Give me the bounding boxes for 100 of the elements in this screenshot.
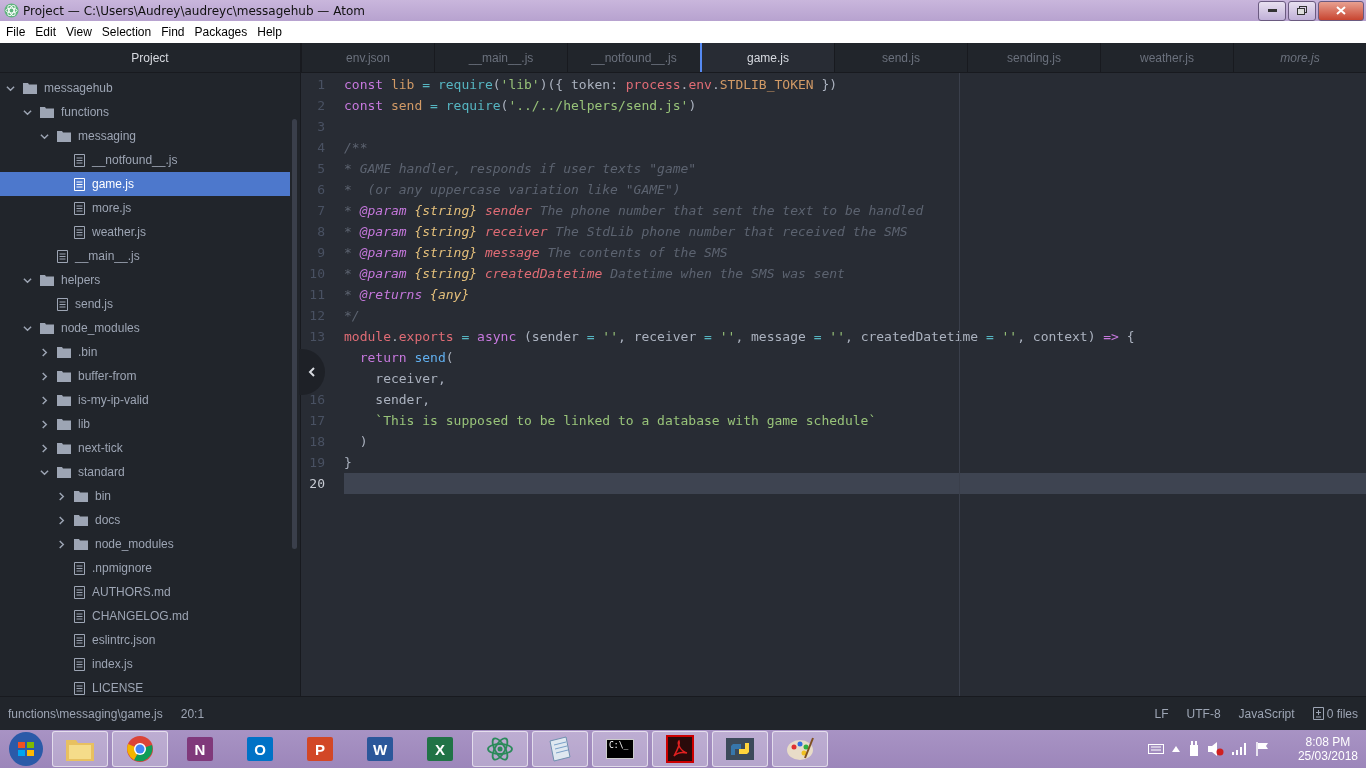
signal-icon[interactable] (1231, 743, 1248, 755)
caret-icon[interactable] (40, 395, 49, 405)
caret-icon[interactable] (40, 467, 49, 477)
chevron-left-icon (308, 367, 316, 377)
app-icon: X (427, 737, 453, 761)
taskbar-app[interactable] (652, 731, 708, 767)
taskbar-app[interactable]: W (352, 731, 408, 767)
close-button[interactable] (1318, 0, 1364, 21)
caret-icon[interactable] (40, 347, 49, 357)
status-text[interactable]: 20:1 (180, 706, 205, 721)
git-status[interactable]: 0 files (1312, 706, 1358, 721)
folder-icon (74, 538, 88, 550)
scrollbar-thumb[interactable] (292, 119, 297, 549)
tree-item[interactable]: CHANGELOG.md (0, 604, 290, 628)
caret-icon[interactable] (57, 491, 66, 501)
taskbar-app[interactable]: N (172, 731, 228, 767)
menu-item[interactable]: Edit (31, 25, 61, 39)
tree-item[interactable]: helpers (0, 268, 290, 292)
status-text[interactable]: UTF-8 (1186, 706, 1221, 721)
tree-item[interactable]: game.js (0, 172, 290, 196)
document-icon (74, 681, 85, 695)
tree-item[interactable]: functions (0, 100, 290, 124)
window-title: Project — C:\Users\Audrey\audreyc\messagehub — Atom (23, 3, 366, 18)
document-icon (74, 585, 85, 599)
tree-item[interactable]: send.js (0, 292, 290, 316)
tree-item[interactable]: bin (0, 484, 290, 508)
folder-icon (57, 346, 71, 358)
caret-icon[interactable] (23, 107, 32, 117)
menu-item[interactable]: Find (157, 25, 189, 39)
caret-icon[interactable] (40, 443, 49, 453)
taskbar-app[interactable]: X (412, 731, 468, 767)
browser-icon (126, 735, 154, 763)
caret-icon[interactable] (23, 323, 32, 333)
terminal-icon: C:\_ (606, 739, 634, 759)
tree-item[interactable]: index.js (0, 652, 290, 676)
code-text: * GAME handler, responds if user texts "game" (344, 160, 697, 178)
status-text[interactable]: JavaScript (1238, 706, 1295, 721)
maximize-button[interactable] (1288, 0, 1316, 21)
tree-item[interactable]: standard (0, 460, 290, 484)
tree-item[interactable]: AUTHORS.md (0, 580, 290, 604)
menu-item[interactable]: View (62, 25, 96, 39)
speaker-muted-icon[interactable] (1207, 742, 1224, 756)
editor-tab[interactable]: game.js (700, 43, 834, 72)
menu-item[interactable]: Selection (97, 25, 156, 39)
caret-icon[interactable] (40, 419, 49, 429)
folder-icon (57, 418, 71, 430)
caret-icon[interactable] (6, 83, 15, 93)
up-arrow-icon[interactable] (1171, 746, 1180, 752)
document-icon (74, 201, 85, 215)
caret-icon[interactable] (57, 539, 66, 549)
menu-item[interactable]: File (2, 25, 30, 39)
tree-item[interactable]: node_modules (0, 316, 290, 340)
code-text: /** (344, 139, 368, 157)
menu-item[interactable]: Help (253, 25, 286, 39)
tree-item[interactable]: eslintrc.json (0, 628, 290, 652)
document-icon (57, 249, 68, 263)
taskbar-app[interactable]: O (232, 731, 288, 767)
power-icon[interactable] (1187, 741, 1200, 757)
folder-icon (57, 466, 71, 478)
folder-icon (74, 490, 88, 502)
menu-item[interactable]: Packages (190, 25, 252, 39)
keyboard-icon[interactable] (1147, 744, 1164, 754)
folder-icon (23, 82, 37, 94)
code-text: * @param {string} message The contents of the SMS (344, 244, 728, 262)
folder-icon (57, 442, 71, 454)
collapse-button[interactable] (299, 349, 325, 395)
minimize-button[interactable] (1258, 0, 1286, 21)
tree-item[interactable]: lib (0, 412, 290, 436)
caret-icon[interactable] (57, 515, 66, 525)
status-text[interactable]: LF (1154, 706, 1169, 721)
minimize-icon (1267, 8, 1277, 13)
tree-item[interactable]: buffer-from (0, 364, 290, 388)
python-icon (725, 736, 755, 762)
tree-item[interactable]: .npmignore (0, 556, 290, 580)
tree-item[interactable]: __notfound__.js (0, 148, 290, 172)
tree-item[interactable]: is-my-ip-valid (0, 388, 290, 412)
document-icon (74, 633, 85, 647)
taskbar-app[interactable]: C:\_ (592, 731, 648, 767)
flag-icon[interactable] (1255, 742, 1270, 756)
caret-icon[interactable] (40, 371, 49, 381)
tree-item[interactable]: messaging (0, 124, 290, 148)
status-text[interactable]: functions\messaging\game.js (8, 706, 163, 721)
tree-item[interactable]: more.js (0, 196, 290, 220)
tree-item[interactable]: node_modules (0, 532, 290, 556)
tree-item[interactable]: messagehub (0, 76, 290, 100)
code-text: module.exports = async (sender = '', receiver = '', message = '', createdDatetime = '', context) => { (344, 328, 1135, 346)
tree-item[interactable]: __main__.js (0, 244, 290, 268)
folder-icon (57, 370, 71, 382)
app-icon: P (307, 737, 333, 761)
tree-item[interactable]: next-tick (0, 436, 290, 460)
tree-item[interactable]: docs (0, 508, 290, 532)
caret-icon[interactable] (23, 275, 32, 285)
tree-item[interactable]: LICENSE (0, 676, 290, 696)
folder-icon (40, 106, 54, 118)
code-text: * @param {string} sender The phone number that sent the text to be handled (344, 202, 924, 220)
taskbar-app[interactable]: P (292, 731, 348, 767)
tree-item[interactable]: weather.js (0, 220, 290, 244)
tree-item[interactable]: .bin (0, 340, 290, 364)
caret-icon[interactable] (40, 131, 49, 141)
taskbar-app[interactable] (712, 731, 768, 767)
